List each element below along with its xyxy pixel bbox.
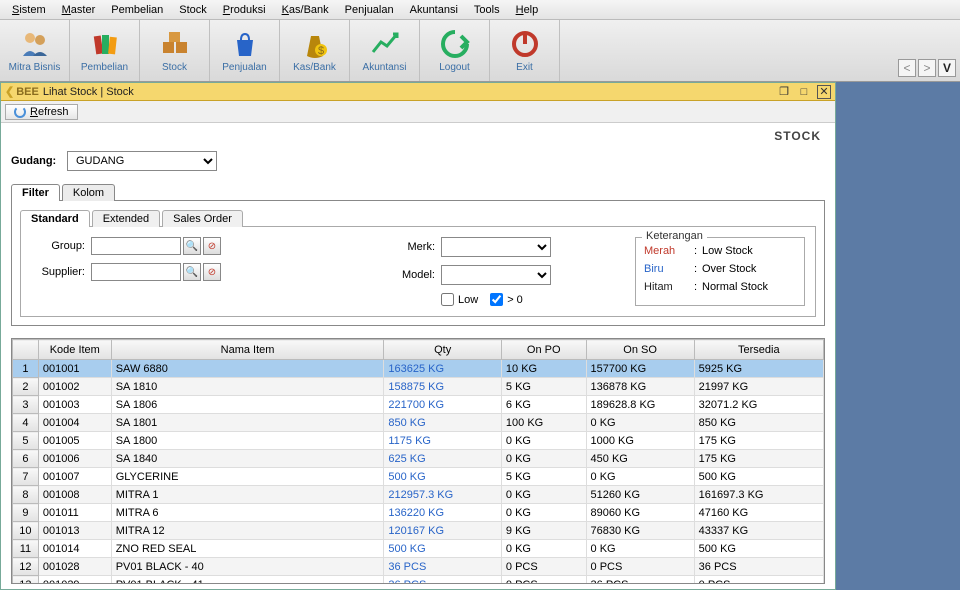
menu-penjualan[interactable]: Penjualan (337, 2, 402, 18)
table-row[interactable]: 9001011MITRA 6136220 KG0 KG89060 KG47160… (13, 504, 824, 522)
moneybag-icon: $ (299, 28, 331, 60)
stock-panel: ❮ BEE Lihat Stock | Stock ❐ □ ✕ Refresh … (0, 82, 836, 590)
model-select[interactable] (441, 265, 551, 285)
menubar: SistemMasterPembelianStockProduksiKas/Ba… (0, 0, 960, 20)
supplier-label: Supplier: (31, 266, 91, 278)
group-clear-button[interactable]: ⊘ (203, 237, 221, 255)
toolbar-stock[interactable]: Stock (140, 20, 210, 81)
tab-extended[interactable]: Extended (92, 210, 160, 227)
maximize-icon[interactable]: □ (797, 85, 811, 99)
table-row[interactable]: 7001007GLYCERINE500 KG5 KG0 KG500 KG (13, 468, 824, 486)
tab-kolom[interactable]: Kolom (62, 184, 115, 201)
bee-logo: BEE (16, 86, 39, 98)
boxes-icon (159, 28, 191, 60)
toolbar-kas-bank[interactable]: $Kas/Bank (280, 20, 350, 81)
gt0-label: > 0 (507, 294, 523, 306)
tab-sales-order[interactable]: Sales Order (162, 210, 243, 227)
supplier-search-button[interactable]: 🔍 (183, 263, 201, 281)
menu-pembelian[interactable]: Pembelian (103, 2, 171, 18)
table-row[interactable]: 12001028PV01 BLACK - 4036 PCS0 PCS0 PCS3… (13, 558, 824, 576)
supplier-input[interactable] (91, 263, 181, 281)
refresh-icon (14, 106, 26, 118)
main-toolbar: Mitra BisnisPembelianStockPenjualan$Kas/… (0, 20, 960, 82)
section-heading: STOCK (1, 123, 835, 147)
table-row[interactable]: 13001029PV01 BLACK - 4136 PCS0 PCS36 PCS… (13, 576, 824, 584)
menu-help[interactable]: Help (508, 2, 547, 18)
svg-text:$: $ (317, 45, 323, 57)
col-header[interactable]: On SO (586, 340, 694, 360)
close-icon[interactable]: ✕ (817, 85, 831, 99)
menu-kas/bank[interactable]: Kas/Bank (274, 2, 337, 18)
table-row[interactable]: 5001005SA 18001175 KG0 KG1000 KG175 KG (13, 432, 824, 450)
books-icon (89, 28, 121, 60)
tab-filter[interactable]: Filter (11, 184, 60, 201)
nav-v-button[interactable]: V (938, 59, 956, 77)
nav-next-button[interactable]: > (918, 59, 936, 77)
stock-table-container: Kode ItemNama ItemQtyOn POOn SOTersedia … (11, 338, 825, 584)
chart-icon (369, 28, 401, 60)
table-row[interactable]: 8001008MITRA 1212957.3 KG0 KG51260 KG161… (13, 486, 824, 504)
refresh-button[interactable]: Refresh (5, 104, 78, 120)
col-header[interactable]: Tersedia (694, 340, 823, 360)
low-checkbox[interactable] (441, 293, 454, 306)
legend-row: Biru:Over Stock (644, 260, 796, 278)
panel-title: Lihat Stock | Stock (43, 86, 134, 98)
model-label: Model: (391, 269, 441, 281)
table-row[interactable]: 4001004SA 1801850 KG100 KG0 KG850 KG (13, 414, 824, 432)
legend-row: Merah:Low Stock (644, 242, 796, 260)
col-header[interactable]: Qty (384, 340, 502, 360)
power-icon (509, 28, 541, 60)
bag-icon (229, 28, 261, 60)
menu-produksi[interactable]: Produksi (215, 2, 274, 18)
nav-prev-button[interactable]: < (898, 59, 916, 77)
toolbar-mitra-bisnis[interactable]: Mitra Bisnis (0, 20, 70, 81)
table-row[interactable]: 1001001SAW 6880163625 KG10 KG157700 KG59… (13, 360, 824, 378)
menu-sistem[interactable]: Sistem (4, 2, 54, 18)
group-input[interactable] (91, 237, 181, 255)
side-strip (836, 82, 960, 590)
table-row[interactable]: 3001003SA 1806221700 KG6 KG189628.8 KG32… (13, 396, 824, 414)
toolbar-akuntansi[interactable]: Akuntansi (350, 20, 420, 81)
merk-select[interactable] (441, 237, 551, 257)
supplier-clear-button[interactable]: ⊘ (203, 263, 221, 281)
action-bar: Refresh (1, 101, 835, 123)
back-arrow-icon[interactable]: ❮ (5, 85, 14, 98)
menu-akuntansi[interactable]: Akuntansi (402, 2, 466, 18)
inner-tabstrip: Standard Extended Sales Order (20, 209, 816, 227)
gt0-checkbox[interactable] (490, 293, 503, 306)
toolbar-penjualan[interactable]: Penjualan (210, 20, 280, 81)
tab-standard[interactable]: Standard (20, 210, 90, 227)
gudang-label: Gudang: (11, 155, 67, 167)
table-row[interactable]: 10001013MITRA 12120167 KG9 KG76830 KG433… (13, 522, 824, 540)
group-label: Group: (31, 240, 91, 252)
legend-box: Keterangan Merah:Low StockBiru:Over Stoc… (635, 237, 805, 306)
minimize-icon[interactable]: ❐ (777, 85, 791, 99)
table-row[interactable]: 6001006SA 1840625 KG0 KG450 KG175 KG (13, 450, 824, 468)
table-row[interactable]: 2001002SA 1810158875 KG5 KG136878 KG2199… (13, 378, 824, 396)
col-header[interactable]: Nama Item (111, 340, 384, 360)
col-header[interactable]: Kode Item (38, 340, 111, 360)
menu-tools[interactable]: Tools (466, 2, 508, 18)
gudang-select[interactable]: GUDANG (67, 151, 217, 171)
filter-tabstrip: Filter Kolom (11, 183, 825, 201)
people-icon (19, 28, 51, 60)
logout-icon (439, 28, 471, 60)
menu-stock[interactable]: Stock (171, 2, 215, 18)
toolbar-logout[interactable]: Logout (420, 20, 490, 81)
col-header[interactable]: On PO (501, 340, 586, 360)
col-header[interactable] (13, 340, 39, 360)
group-search-button[interactable]: 🔍 (183, 237, 201, 255)
table-row[interactable]: 11001014ZNO RED SEAL500 KG0 KG0 KG500 KG (13, 540, 824, 558)
toolbar-pembelian[interactable]: Pembelian (70, 20, 140, 81)
low-label: Low (458, 294, 478, 306)
stock-table: Kode ItemNama ItemQtyOn POOn SOTersedia … (12, 339, 824, 583)
panel-titlebar: ❮ BEE Lihat Stock | Stock ❐ □ ✕ (1, 83, 835, 101)
menu-master[interactable]: Master (54, 2, 104, 18)
table-scroll[interactable]: Kode ItemNama ItemQtyOn POOn SOTersedia … (12, 339, 824, 583)
refresh-label: Refresh (30, 106, 69, 118)
legend-title: Keterangan (642, 230, 707, 242)
legend-row: Hitam:Normal Stock (644, 278, 796, 296)
merk-label: Merk: (391, 241, 441, 253)
toolbar-exit[interactable]: Exit (490, 20, 560, 81)
